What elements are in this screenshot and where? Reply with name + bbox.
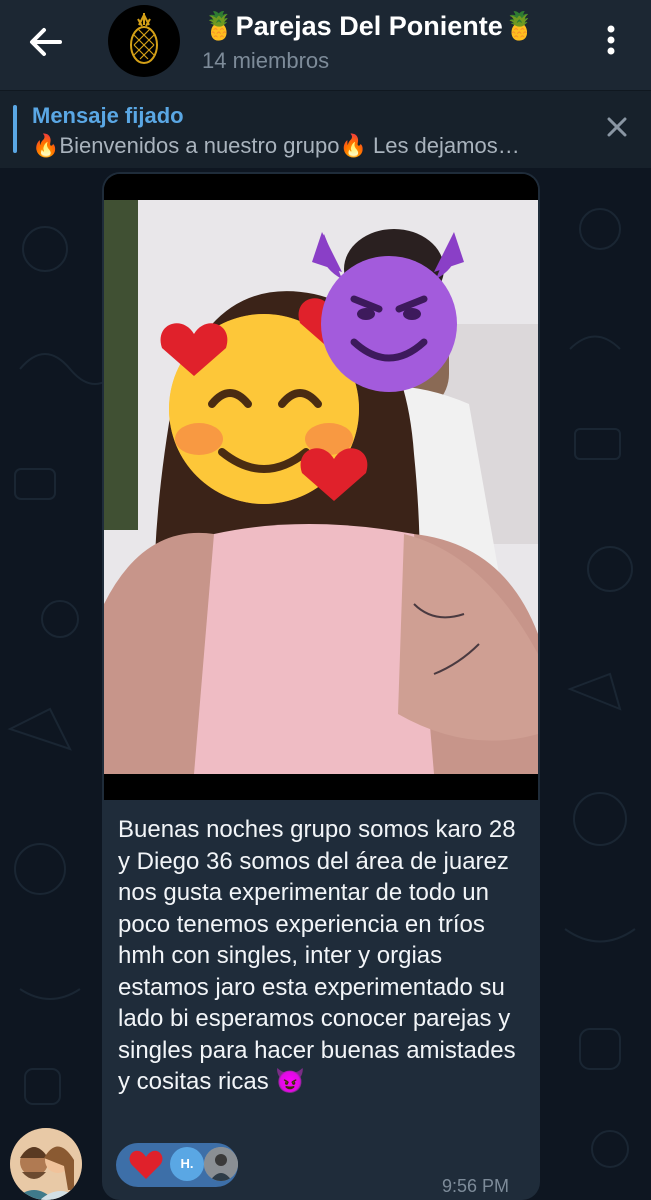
- more-vertical-icon[interactable]: [596, 20, 626, 60]
- reactor-avatar: H.: [170, 1147, 204, 1181]
- close-icon[interactable]: [602, 112, 632, 142]
- chat-header: 🍍Parejas Del Poniente🍍 14 miembros: [0, 0, 651, 90]
- message-photo[interactable]: [104, 174, 538, 800]
- pinned-preview: 🔥Bienvenidos a nuestro grupo🔥 Les dejamo…: [32, 133, 520, 158]
- pineapple-logo-icon: [130, 13, 158, 64]
- person-icon: [204, 1147, 238, 1181]
- group-avatar[interactable]: [108, 5, 180, 77]
- member-count: 14 miembros: [202, 48, 330, 73]
- message-time: 9:56 PM: [442, 1176, 510, 1196]
- pinned-indicator: [13, 105, 17, 153]
- pinned-message-bar[interactable]: Mensaje fijado 🔥Bienvenidos a nuestro gr…: [0, 90, 651, 168]
- sender-avatar[interactable]: [10, 1128, 82, 1200]
- heart-icon: [129, 1150, 163, 1179]
- photo-image: [104, 174, 538, 800]
- back-arrow-icon[interactable]: [22, 18, 70, 66]
- reactor-avatar-photo: [204, 1147, 238, 1181]
- pinned-title: Mensaje fijado: [32, 103, 184, 128]
- couple-avatar-icon: [10, 1128, 82, 1200]
- message-text: Buenas noches grupo somos karo 28 y Dieg…: [118, 816, 516, 1095]
- group-title[interactable]: 🍍Parejas Del Poniente🍍: [202, 10, 536, 42]
